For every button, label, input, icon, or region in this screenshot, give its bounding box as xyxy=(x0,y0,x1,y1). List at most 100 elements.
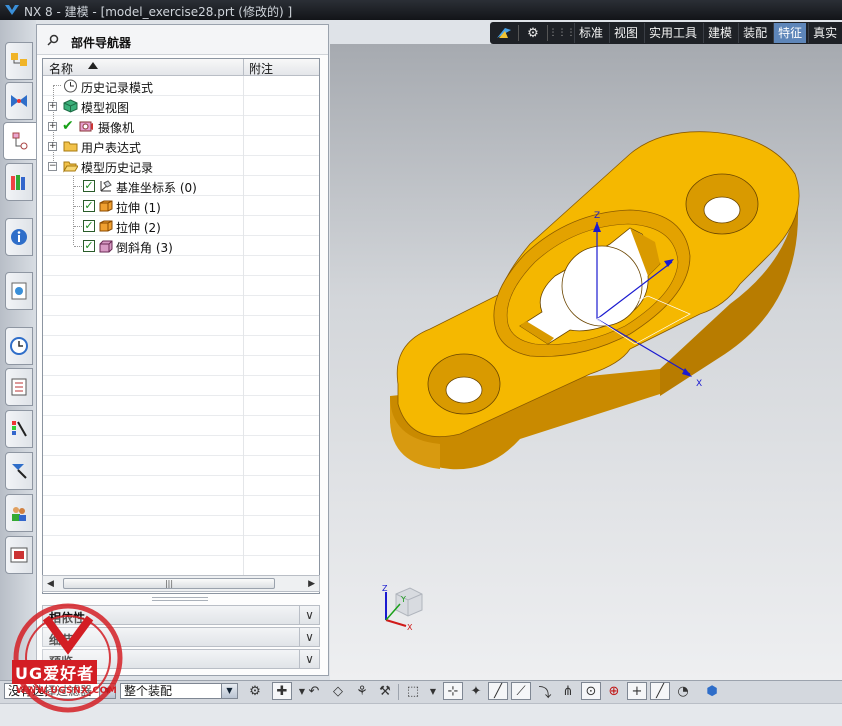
process-studio-icon[interactable] xyxy=(5,368,33,406)
expand-plus-icon[interactable]: + xyxy=(48,122,57,131)
tree-row-extrude-2[interactable]: ✓ 拉伸 (2) xyxy=(43,216,319,236)
constraint-navigator-icon[interactable] xyxy=(5,82,33,120)
end-point-icon[interactable]: ╱ xyxy=(488,682,508,700)
chevron-down-icon[interactable]: ▼ xyxy=(423,682,443,700)
tree-row-model-views[interactable]: + 模型视图 xyxy=(43,96,319,116)
sort-ascending-icon xyxy=(88,62,98,69)
tree-row-empty xyxy=(43,316,319,336)
quadrant-point-icon[interactable]: ⊕ xyxy=(604,682,624,700)
scroll-right-icon[interactable]: ▶ xyxy=(308,579,315,589)
tree-row-label: 模型视图 xyxy=(81,101,130,115)
tab-view[interactable]: 视图 xyxy=(609,23,642,43)
scrollbar-thumb[interactable]: ||| xyxy=(63,578,275,589)
web-browser-icon[interactable] xyxy=(5,272,33,310)
tab-standard[interactable]: 标准 xyxy=(574,23,607,43)
feature-checkbox[interactable]: ✓ xyxy=(83,240,95,252)
gear-icon[interactable]: ⚙ xyxy=(523,24,543,42)
expand-plus-icon[interactable]: + xyxy=(48,142,57,151)
visualization-editor-icon[interactable] xyxy=(5,410,33,448)
reuse-library-icon[interactable] xyxy=(5,163,33,201)
manufacturing-wizards-icon[interactable] xyxy=(5,452,33,490)
tree-row-empty xyxy=(43,416,319,436)
tab-modeling[interactable]: 建模 xyxy=(703,23,736,43)
tree-row-empty xyxy=(43,456,319,476)
tree-row-user-expressions[interactable]: + 用户表达式 xyxy=(43,136,319,156)
assembly-navigator-icon[interactable] xyxy=(5,42,33,80)
horizontal-scrollbar[interactable]: ◀ ||| ▶ xyxy=(42,575,320,592)
mid-point-icon[interactable]: ⟋ xyxy=(511,682,531,700)
hd3d-tools-icon[interactable] xyxy=(5,218,33,256)
point-on-face-icon[interactable]: ◔ xyxy=(673,682,693,700)
tree-line xyxy=(74,206,82,207)
feature-checkbox[interactable]: ✓ xyxy=(83,200,95,212)
column-divider xyxy=(243,256,244,276)
intersection-point-icon[interactable]: ⋔ xyxy=(558,682,578,700)
folder-icon xyxy=(63,141,78,152)
component-select-icon[interactable]: ⚘ xyxy=(352,682,372,700)
grid-handle-icon[interactable]: ⋮⋮⋮ xyxy=(549,24,576,42)
tree-line xyxy=(74,226,82,227)
dropdown-arrow-icon[interactable]: ▼ xyxy=(221,684,237,698)
tree-row-datum-csys[interactable]: ✓ 基准坐标系 (0) xyxy=(43,176,319,196)
filter-settings-icon[interactable]: ⚙ xyxy=(245,682,265,700)
point-snap-icon[interactable]: ✦ xyxy=(466,682,486,700)
column-divider[interactable] xyxy=(243,59,244,76)
graphics-window[interactable]: Z X Z X Y xyxy=(330,44,842,680)
expand-plus-icon[interactable]: + xyxy=(48,102,57,111)
feature-checkbox[interactable]: ✓ xyxy=(83,220,95,232)
navigator-title: 部件导航器 xyxy=(71,36,132,50)
column-divider xyxy=(243,276,244,296)
arc-center-icon[interactable]: ⊙ xyxy=(581,682,601,700)
tab-assembly[interactable]: 装配 xyxy=(738,23,771,43)
tree-row-model-history[interactable]: − 模型历史记录 xyxy=(43,156,319,176)
quick-pick-icon[interactable]: ⬢ xyxy=(702,682,722,700)
point-on-curve-icon[interactable]: ╱ xyxy=(650,682,670,700)
column-divider xyxy=(243,336,244,356)
part-navigator-icon[interactable] xyxy=(3,122,36,160)
column-divider xyxy=(243,456,244,476)
chevron-down-icon[interactable]: ∨ xyxy=(299,650,319,668)
tab-feature[interactable]: 特征 xyxy=(773,23,807,43)
system-scenes-icon[interactable] xyxy=(5,536,33,574)
scroll-left-icon[interactable]: ◀ xyxy=(47,579,54,589)
tree-row-camera[interactable]: + ✔ 摄像机 xyxy=(43,116,319,136)
tab-utilities[interactable]: 实用工具 xyxy=(644,23,701,43)
select-faces-icon[interactable]: ◇ xyxy=(328,682,348,700)
chevron-down-icon[interactable]: ∨ xyxy=(299,606,319,624)
triad-y-label: Y xyxy=(400,595,406,604)
tree-row-empty xyxy=(43,276,319,296)
existing-point-icon[interactable]: + xyxy=(627,682,647,700)
rectangle-select-icon[interactable]: ⬚ xyxy=(403,682,423,700)
navigator-tree: 名称 附注 历史记录模式 + 模型视图 + ✔ 摄像机 + 用户表达式 − 模型… xyxy=(42,58,320,594)
panel-splitter[interactable] xyxy=(152,597,208,601)
watermark-url: WWW.UGSNX.COM xyxy=(16,686,118,696)
tree-line xyxy=(74,186,82,187)
column-divider xyxy=(243,176,244,196)
tree-row-chamfer-3[interactable]: ✓ 倒斜角 (3) xyxy=(43,236,319,256)
tab-real[interactable]: 真实 xyxy=(808,23,841,43)
collapse-minus-icon[interactable]: − xyxy=(48,162,57,171)
tree-row-label: 模型历史记录 xyxy=(81,161,154,175)
tree-row-empty xyxy=(43,476,319,496)
history-clock-icon[interactable] xyxy=(5,327,33,365)
roles-icon[interactable] xyxy=(5,494,33,532)
feature-select-icon[interactable]: ⚒ xyxy=(375,682,395,700)
snap-points-enable-icon[interactable]: ⊹ xyxy=(443,682,463,700)
title-bar: NX 8 - 建模 - [model_exercise28.prt (修改的) … xyxy=(0,0,842,20)
column-header-name[interactable]: 名称 xyxy=(49,60,73,77)
undo-list-icon[interactable]: ↶ xyxy=(304,682,324,700)
open-folder-icon xyxy=(63,161,78,173)
tree-row-label: 倒斜角 (3) xyxy=(116,241,173,255)
feature-checkbox[interactable]: ✓ xyxy=(83,180,95,192)
column-header-note[interactable]: 附注 xyxy=(249,60,273,77)
pin-icon[interactable] xyxy=(47,34,59,46)
selection-scope-dropdown[interactable]: 整个装配 ▼ xyxy=(120,683,238,699)
snap-point-icon[interactable]: ✚ xyxy=(272,682,292,700)
tree-row-extrude-1[interactable]: ✓ 拉伸 (1) xyxy=(43,196,319,216)
control-point-icon[interactable]: ⤵ xyxy=(535,682,555,701)
display-mode-icon[interactable] xyxy=(494,24,514,42)
chevron-down-icon[interactable]: ∨ xyxy=(299,628,319,646)
tree-row-empty xyxy=(43,256,319,276)
tree-row-history-mode[interactable]: 历史记录模式 xyxy=(43,76,319,96)
column-divider xyxy=(243,296,244,316)
